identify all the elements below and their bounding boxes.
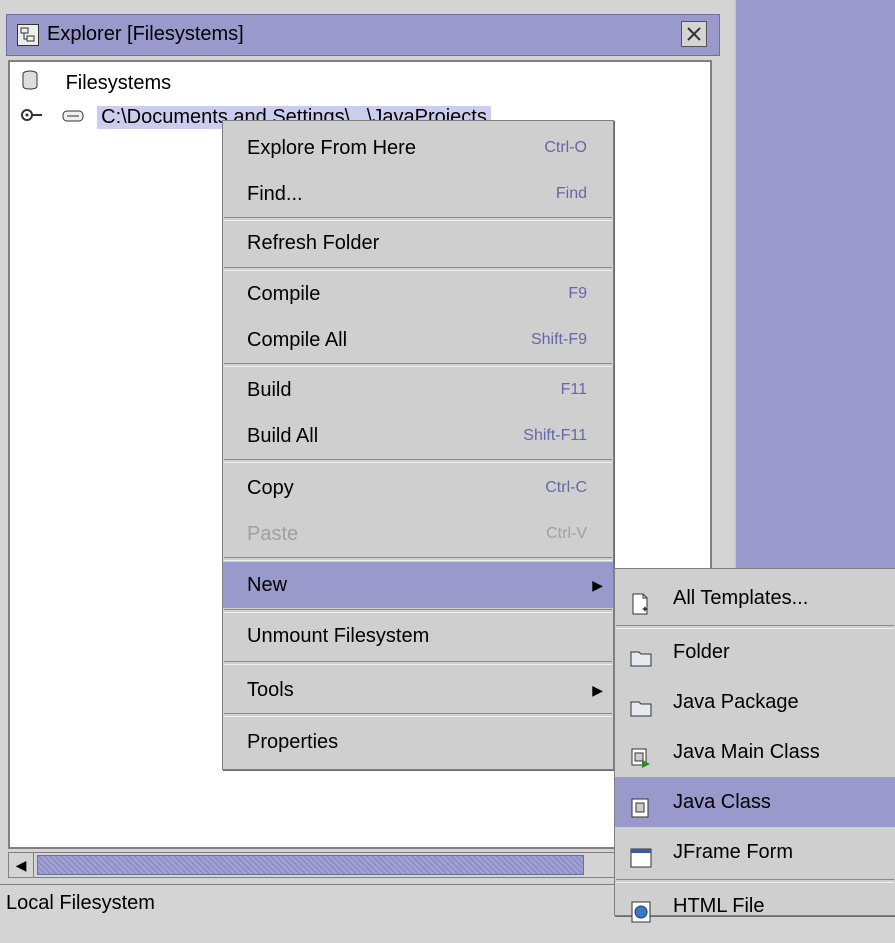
submenu-item-java-main-class[interactable]: Java Main Class [615,727,895,777]
template-icon [629,585,653,615]
menu-item-compile[interactable]: Compile F9 [223,271,613,317]
menu-item-unmount-filesystem[interactable]: Unmount Filesystem [223,613,613,659]
menu-item-refresh-folder[interactable]: Refresh Folder [223,220,613,266]
menu-item-find[interactable]: Find... Find [223,171,613,217]
menu-separator [224,713,612,717]
menu-separator [224,459,612,463]
submenu-arrow-icon: ▶ [592,682,603,698]
menu-item-tools[interactable]: Tools ▶ [223,667,613,713]
menu-item-new[interactable]: New ▶ [223,562,613,608]
main-class-icon [629,739,653,768]
submenu-item-html-file[interactable]: HTML File [615,881,895,931]
context-menu: Explore From Here Ctrl-O Find... Find Refr… [222,120,614,770]
scroll-thumb[interactable] [37,855,584,875]
menu-item-explore-from-here[interactable]: Explore From Here Ctrl-O [223,125,613,171]
expand-key-icon[interactable] [20,106,46,129]
submenu-item-java-class[interactable]: Java Class [615,777,895,827]
submenu-item-java-package[interactable]: Java Package [615,677,895,727]
html-icon [629,893,653,923]
scroll-left-icon[interactable]: ◀ [9,853,34,877]
submenu-arrow-icon: ▶ [592,577,603,593]
menu-item-build[interactable]: Build F11 [223,367,613,413]
menu-item-copy[interactable]: Copy Ctrl-C [223,465,613,511]
folder-icon [629,639,653,667]
drive-icon [62,106,84,129]
submenu-item-jframe-form[interactable]: JFrame Form [615,827,895,877]
class-icon [629,789,653,818]
explorer-icon [17,24,39,46]
menu-separator [224,557,612,561]
submenu-item-folder[interactable]: Folder [615,627,895,677]
new-submenu: All Templates... Folder Java Package Jav… [614,568,895,923]
menu-item-compile-all[interactable]: Compile All Shift-F9 [223,317,613,363]
horizontal-scrollbar[interactable]: ◀ [8,852,714,878]
explorer-titlebar: Explorer [Filesystems] [6,14,720,56]
explorer-title: Explorer [Filesystems] [47,23,244,45]
menu-separator [224,661,612,665]
menu-item-paste: Paste Ctrl-V [247,523,587,545]
jframe-icon [629,839,653,868]
close-icon[interactable] [681,21,707,47]
tree-root[interactable]: Filesystems [20,70,171,98]
submenu-item-all-templates[interactable]: All Templates... [615,573,895,623]
package-icon [629,689,653,717]
menu-item-properties[interactable]: Properties [223,719,613,765]
filesystems-icon [20,70,40,98]
menu-item-build-all[interactable]: Build All Shift-F11 [223,413,613,459]
tree-root-label: Filesystems [65,72,172,95]
